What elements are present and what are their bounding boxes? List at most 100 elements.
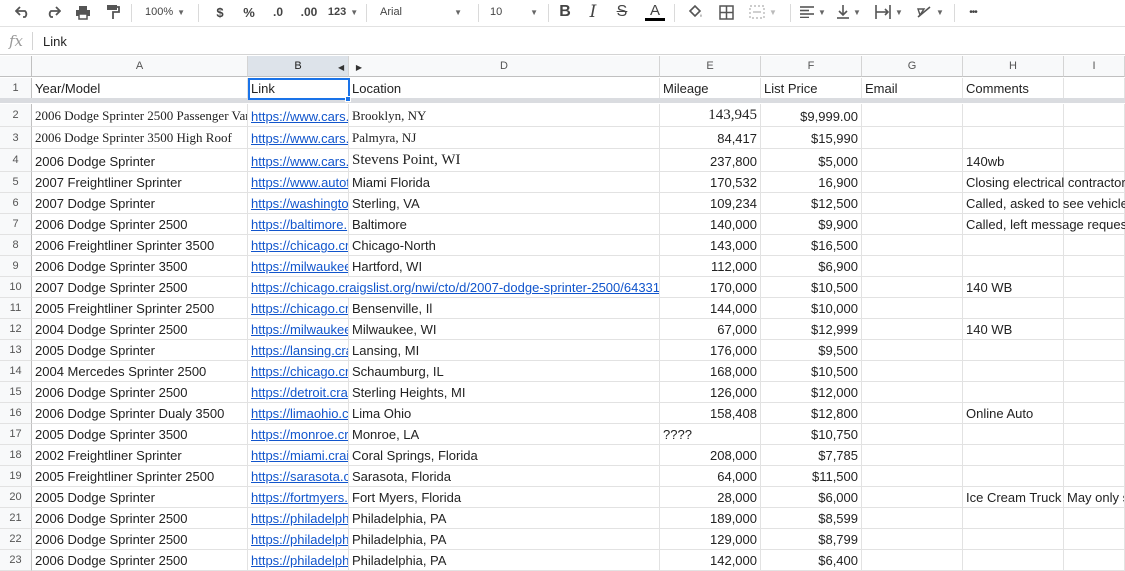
select-all-corner[interactable]	[0, 56, 32, 77]
data-cell[interactable]: 170,532	[660, 172, 761, 193]
data-cell[interactable]: 67,000	[660, 319, 761, 340]
data-cell[interactable]: May only s	[1064, 487, 1125, 508]
data-cell[interactable]	[963, 508, 1064, 529]
data-cell[interactable]: 189,000	[660, 508, 761, 529]
link-cell[interactable]: https://philadelph	[248, 529, 349, 550]
data-cell[interactable]: 112,000	[660, 256, 761, 277]
data-cell[interactable]: Lima Ohio	[349, 403, 660, 424]
data-cell[interactable]	[1064, 424, 1125, 445]
data-cell[interactable]	[963, 340, 1064, 361]
data-cell[interactable]: 2005 Freightliner Sprinter 2500	[32, 466, 248, 487]
link-cell[interactable]: https://lansing.cra	[248, 340, 349, 361]
row-header[interactable]: 2	[0, 104, 32, 127]
data-cell[interactable]	[1064, 445, 1125, 466]
data-cell[interactable]	[1064, 403, 1125, 424]
italic-button[interactable]: I	[583, 1, 603, 23]
link-cell[interactable]: https://www.cars.	[248, 104, 349, 127]
data-cell[interactable]	[862, 214, 963, 235]
row-header[interactable]: 4	[0, 149, 32, 172]
column-header-b[interactable]: B	[248, 56, 349, 77]
data-cell[interactable]	[963, 256, 1064, 277]
data-cell[interactable]	[1064, 508, 1125, 529]
row-header[interactable]: 8	[0, 235, 32, 256]
data-cell[interactable]	[1064, 319, 1125, 340]
data-cell[interactable]	[963, 382, 1064, 403]
row-header[interactable]: 13	[0, 340, 32, 361]
data-cell[interactable]	[862, 298, 963, 319]
data-cell[interactable]	[862, 403, 963, 424]
data-cell[interactable]	[1064, 361, 1125, 382]
data-cell[interactable]: 140,000	[660, 214, 761, 235]
link-cell[interactable]: https://fortmyers.	[248, 487, 349, 508]
data-cell[interactable]: $12,500	[761, 193, 862, 214]
data-cell[interactable]: Philadelphia, PA	[349, 550, 660, 571]
header-cell[interactable]	[1064, 78, 1125, 99]
strikethrough-button[interactable]: S	[612, 1, 632, 23]
data-cell[interactable]	[862, 466, 963, 487]
link-cell[interactable]: https://www.cars.	[248, 127, 349, 149]
data-cell[interactable]	[1064, 466, 1125, 487]
data-cell[interactable]: Sarasota, Florida	[349, 466, 660, 487]
borders-icon[interactable]	[715, 1, 737, 23]
data-cell[interactable]: 140 WB	[963, 277, 1064, 298]
data-cell[interactable]	[963, 127, 1064, 149]
data-cell[interactable]: 2006 Freightliner Sprinter 3500	[32, 235, 248, 256]
link-cell[interactable]: https://washingto	[248, 193, 349, 214]
column-header-e[interactable]: E	[660, 56, 761, 77]
data-cell[interactable]	[862, 550, 963, 571]
data-cell[interactable]: 237,800	[660, 149, 761, 172]
data-cell[interactable]: 2004 Dodge Sprinter 2500	[32, 319, 248, 340]
header-cell[interactable]: Mileage	[660, 78, 761, 99]
data-cell[interactable]	[862, 340, 963, 361]
data-cell[interactable]: $9,500	[761, 340, 862, 361]
data-cell[interactable]	[862, 127, 963, 149]
data-cell[interactable]: $5,000	[761, 149, 862, 172]
data-cell[interactable]: 143,945	[660, 104, 761, 127]
data-cell[interactable]	[1064, 256, 1125, 277]
data-cell[interactable]: Monroe, LA	[349, 424, 660, 445]
data-cell[interactable]	[862, 529, 963, 550]
data-cell[interactable]: Baltimore	[349, 214, 660, 235]
row-header[interactable]: 1	[0, 78, 32, 99]
data-cell[interactable]	[862, 235, 963, 256]
data-cell[interactable]: Sterling Heights, MI	[349, 382, 660, 403]
zoom-select[interactable]: 100% ▼	[140, 1, 190, 23]
column-header-h[interactable]: H	[963, 56, 1064, 77]
link-cell[interactable]: https://chicago.cr	[248, 235, 349, 256]
data-cell[interactable]: 2005 Dodge Sprinter	[32, 340, 248, 361]
data-cell[interactable]: $12,800	[761, 403, 862, 424]
data-cell[interactable]: Ice Cream Truck	[963, 487, 1064, 508]
data-cell[interactable]: $12,000	[761, 382, 862, 403]
row-header[interactable]: 17	[0, 424, 32, 445]
data-cell[interactable]	[1064, 104, 1125, 127]
data-cell[interactable]	[1064, 298, 1125, 319]
data-cell[interactable]	[963, 298, 1064, 319]
data-cell[interactable]: 2002 Freightliner Sprinter	[32, 445, 248, 466]
data-cell[interactable]: $6,900	[761, 256, 862, 277]
column-header-a[interactable]: A	[32, 56, 248, 77]
decrease-decimal-button[interactable]: .0	[266, 1, 290, 23]
data-cell[interactable]	[1064, 127, 1125, 149]
header-cell[interactable]: Link	[248, 78, 349, 99]
data-cell[interactable]	[963, 235, 1064, 256]
data-cell[interactable]: Coral Springs, Florida	[349, 445, 660, 466]
link-cell[interactable]: https://philadelph	[248, 508, 349, 529]
data-cell[interactable]: 2007 Freightliner Sprinter	[32, 172, 248, 193]
link-cell[interactable]: https://milwaukee	[248, 256, 349, 277]
data-cell[interactable]: Bensenville, Il	[349, 298, 660, 319]
font-select[interactable]: Arial ▼	[376, 1, 466, 23]
data-cell[interactable]: 2004 Mercedes Sprinter 2500	[32, 361, 248, 382]
data-cell[interactable]: Closing electrical contractor	[963, 172, 1125, 193]
link-cell[interactable]: https://philadelph	[248, 550, 349, 571]
data-cell[interactable]: 2006 Dodge Sprinter 2500	[32, 529, 248, 550]
data-cell[interactable]: 158,408	[660, 403, 761, 424]
data-cell[interactable]	[963, 424, 1064, 445]
more-formats-button[interactable]: 123 ▼	[326, 1, 360, 23]
data-cell[interactable]: $9,900	[761, 214, 862, 235]
data-cell[interactable]	[862, 193, 963, 214]
link-cell[interactable]: https://milwaukee	[248, 319, 349, 340]
data-cell[interactable]: Called, asked to see vehicle	[963, 193, 1125, 214]
more-options-button[interactable]: •••	[962, 1, 984, 23]
data-cell[interactable]: Called, left message request	[963, 214, 1125, 235]
data-cell[interactable]: Fort Myers, Florida	[349, 487, 660, 508]
